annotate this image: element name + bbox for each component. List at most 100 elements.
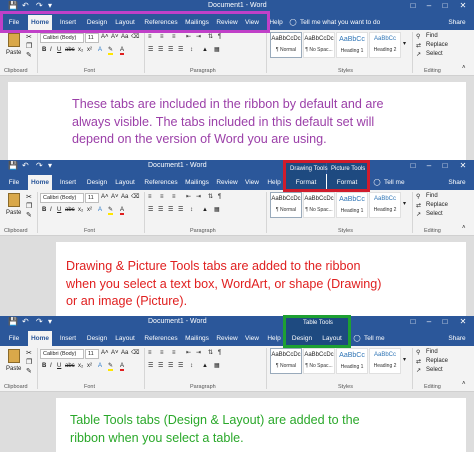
style-heading-2[interactable]: AaBbCc Heading 2 bbox=[369, 348, 401, 374]
borders-icon[interactable]: ▦ bbox=[214, 206, 220, 215]
bold-button[interactable]: B bbox=[42, 46, 46, 55]
subscript-icon[interactable]: x₂ bbox=[78, 46, 83, 55]
borders-icon[interactable]: ▦ bbox=[214, 46, 220, 55]
minimize-icon[interactable]: – bbox=[422, 1, 436, 10]
tell-me-box[interactable]: Tell me what you want to do bbox=[300, 15, 382, 30]
find-button[interactable]: Find bbox=[426, 33, 438, 39]
tab-home[interactable]: Home bbox=[28, 331, 52, 346]
tab-mailings[interactable]: Mailings bbox=[182, 175, 212, 190]
close-icon[interactable]: ✕ bbox=[456, 161, 470, 170]
paste-icon[interactable] bbox=[8, 33, 20, 47]
multilevel-list-icon[interactable]: ≡ bbox=[172, 349, 176, 358]
numbering-icon[interactable]: ≡ bbox=[160, 33, 164, 42]
sort-icon[interactable]: ⇅ bbox=[208, 33, 213, 42]
copy-icon[interactable]: ❐ bbox=[26, 42, 32, 50]
select-button[interactable]: Select bbox=[426, 51, 443, 57]
maximize-icon[interactable]: □ bbox=[438, 1, 452, 10]
tab-review[interactable]: Review bbox=[214, 175, 240, 190]
increase-indent-icon[interactable]: ⇥ bbox=[196, 193, 201, 202]
line-spacing-icon[interactable]: ↕ bbox=[190, 46, 193, 55]
font-name-combo[interactable]: Calibri (Body) bbox=[40, 33, 84, 43]
tab-insert[interactable]: Insert bbox=[56, 331, 80, 346]
highlight-icon[interactable]: ✎ bbox=[108, 46, 114, 55]
style-normal[interactable]: AaBbCcDc ¶ Normal bbox=[270, 32, 302, 58]
customize-qat-icon[interactable]: ▾ bbox=[48, 317, 52, 326]
align-center-icon[interactable]: ☰ bbox=[158, 46, 163, 55]
copy-icon[interactable]: ❐ bbox=[26, 358, 32, 366]
collapse-ribbon-icon[interactable]: ˄ bbox=[462, 224, 466, 233]
styles-more-icon[interactable]: ▾ bbox=[403, 356, 406, 365]
maximize-icon[interactable]: □ bbox=[438, 317, 452, 326]
numbering-icon[interactable]: ≡ bbox=[160, 193, 164, 202]
shrink-font-icon[interactable]: A˅ bbox=[111, 33, 119, 42]
format-painter-icon[interactable]: ✎ bbox=[26, 51, 32, 59]
text-effects-icon[interactable]: A bbox=[98, 206, 102, 215]
sort-icon[interactable]: ⇅ bbox=[208, 349, 213, 358]
tab-review[interactable]: Review bbox=[214, 331, 240, 346]
tab-references[interactable]: References bbox=[142, 331, 180, 346]
borders-icon[interactable]: ▦ bbox=[214, 362, 220, 371]
style-normal[interactable]: AaBbCcDc ¶ Normal bbox=[270, 192, 302, 218]
font-color-icon[interactable]: A bbox=[120, 46, 125, 55]
align-right-icon[interactable]: ☰ bbox=[168, 362, 173, 371]
decrease-indent-icon[interactable]: ⇤ bbox=[186, 349, 191, 358]
align-left-icon[interactable]: ☰ bbox=[148, 206, 153, 215]
redo-icon[interactable]: ↷ bbox=[36, 1, 43, 10]
redo-icon[interactable]: ↷ bbox=[36, 161, 43, 170]
highlight-icon[interactable]: ✎ bbox=[108, 362, 114, 371]
increase-indent-icon[interactable]: ⇥ bbox=[196, 33, 201, 42]
undo-icon[interactable]: ↶ bbox=[22, 317, 29, 326]
subscript-icon[interactable]: x₂ bbox=[78, 362, 83, 371]
tab-help[interactable]: Help bbox=[264, 175, 284, 190]
tab-mailings[interactable]: Mailings bbox=[182, 331, 212, 346]
ribbon-display-icon[interactable]: □ bbox=[406, 317, 420, 326]
paste-button[interactable]: Paste bbox=[6, 209, 21, 218]
font-color-icon[interactable]: A bbox=[120, 206, 125, 215]
underline-button[interactable]: U bbox=[57, 362, 61, 371]
paste-icon[interactable] bbox=[8, 193, 20, 207]
replace-button[interactable]: Replace bbox=[426, 42, 448, 48]
cut-icon[interactable]: ✂ bbox=[26, 33, 32, 41]
select-button[interactable]: Select bbox=[426, 367, 443, 373]
clear-format-icon[interactable]: ⌫ bbox=[131, 193, 139, 202]
superscript-icon[interactable]: x² bbox=[87, 362, 92, 371]
style-normal[interactable]: AaBbCcDc ¶ Normal bbox=[270, 348, 302, 374]
shrink-font-icon[interactable]: A˅ bbox=[111, 193, 119, 202]
find-button[interactable]: Find bbox=[426, 349, 438, 355]
cut-icon[interactable]: ✂ bbox=[26, 349, 32, 357]
customize-qat-icon[interactable]: ▾ bbox=[48, 161, 52, 170]
multilevel-list-icon[interactable]: ≡ bbox=[172, 33, 176, 42]
grow-font-icon[interactable]: A˄ bbox=[101, 349, 109, 358]
align-center-icon[interactable]: ☰ bbox=[158, 362, 163, 371]
styles-more-icon[interactable]: ▾ bbox=[403, 40, 406, 49]
align-left-icon[interactable]: ☰ bbox=[148, 362, 153, 371]
show-marks-icon[interactable]: ¶ bbox=[218, 33, 221, 42]
tab-view[interactable]: View bbox=[242, 331, 262, 346]
justify-icon[interactable]: ☰ bbox=[178, 206, 183, 215]
grow-font-icon[interactable]: A˄ bbox=[101, 33, 109, 42]
shading-icon[interactable]: ▲ bbox=[202, 46, 208, 55]
tell-me-box[interactable]: Tell me bbox=[364, 331, 394, 346]
decrease-indent-icon[interactable]: ⇤ bbox=[186, 33, 191, 42]
bullets-icon[interactable]: ≡ bbox=[148, 193, 152, 202]
numbering-icon[interactable]: ≡ bbox=[160, 349, 164, 358]
italic-button[interactable]: I bbox=[50, 206, 52, 215]
font-size-combo[interactable]: 11 bbox=[85, 349, 99, 359]
align-left-icon[interactable]: ☰ bbox=[148, 46, 153, 55]
grow-font-icon[interactable]: A˄ bbox=[101, 193, 109, 202]
format-painter-icon[interactable]: ✎ bbox=[26, 211, 32, 219]
close-icon[interactable]: ✕ bbox=[456, 317, 470, 326]
align-right-icon[interactable]: ☰ bbox=[168, 46, 173, 55]
italic-button[interactable]: I bbox=[50, 362, 52, 371]
strikethrough-icon[interactable]: abc bbox=[65, 46, 75, 55]
tab-insert[interactable]: Insert bbox=[56, 175, 80, 190]
font-name-combo[interactable]: Calibri (Body) bbox=[40, 349, 84, 359]
text-effects-icon[interactable]: A bbox=[98, 362, 102, 371]
change-case-icon[interactable]: Aa bbox=[121, 33, 128, 42]
subscript-icon[interactable]: x₂ bbox=[78, 206, 83, 215]
style-no-spacing[interactable]: AaBbCcDc ¶ No Spac... bbox=[303, 32, 335, 58]
minimize-icon[interactable]: – bbox=[422, 317, 436, 326]
decrease-indent-icon[interactable]: ⇤ bbox=[186, 193, 191, 202]
line-spacing-icon[interactable]: ↕ bbox=[190, 206, 193, 215]
paste-button[interactable]: Paste bbox=[6, 49, 21, 58]
